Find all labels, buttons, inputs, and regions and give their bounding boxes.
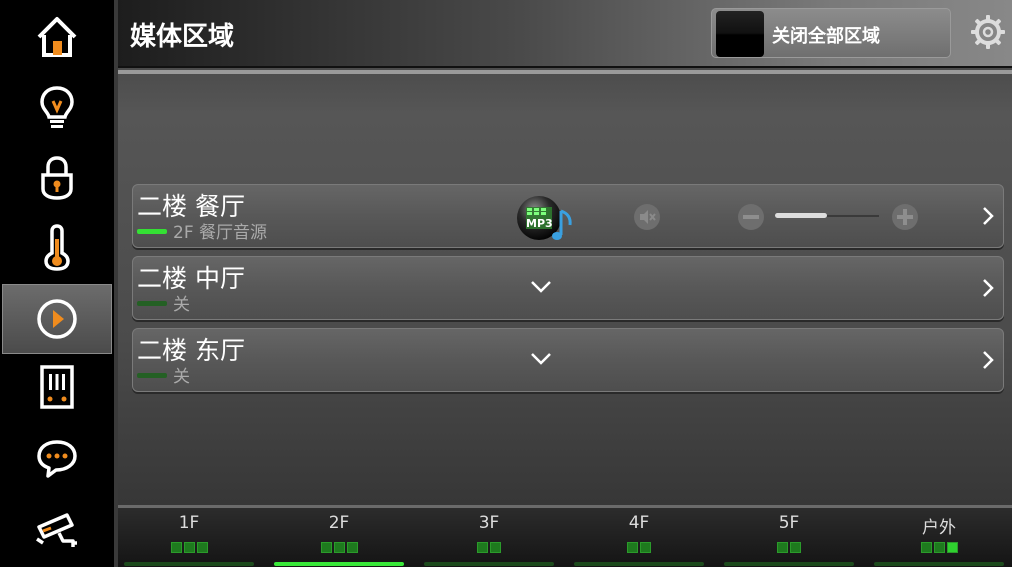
gear-icon[interactable] xyxy=(970,14,1006,50)
zone-row-dining[interactable]: 二楼 餐厅 2F 餐厅音源 MP3 xyxy=(132,184,1004,248)
floor-underline xyxy=(724,562,854,566)
mute-icon[interactable] xyxy=(633,203,661,231)
all-zones-off-button[interactable]: 关闭全部区域 xyxy=(711,8,951,58)
zone-indicator xyxy=(196,542,208,553)
floor-label: 5F xyxy=(778,513,800,533)
zone-indicator xyxy=(490,542,501,553)
zone-name: 二楼 中厅 xyxy=(137,264,245,293)
zone-indicator xyxy=(183,542,195,553)
header: 媒体区域 关闭全部区域 xyxy=(118,0,1012,68)
thermometer-icon xyxy=(44,224,70,271)
floor-tab-1f[interactable]: 1F xyxy=(122,508,256,567)
floor-underline xyxy=(574,562,704,566)
chevron-down-icon[interactable] xyxy=(529,279,553,295)
page-title: 媒体区域 xyxy=(130,22,235,52)
zone-indicator xyxy=(933,542,945,553)
chevron-down-icon[interactable] xyxy=(529,351,553,367)
zone-indicator-lit xyxy=(946,542,958,553)
chevron-right-icon[interactable] xyxy=(981,205,995,227)
volume-up-icon[interactable] xyxy=(891,203,919,231)
floor-tab-5f[interactable]: 5F xyxy=(722,508,856,567)
volume-slider[interactable] xyxy=(775,213,879,218)
zone-indicator xyxy=(640,542,651,553)
floor-tab-3f[interactable]: 3F xyxy=(422,508,556,567)
floor-tab-outdoor[interactable]: 户外 xyxy=(872,508,1006,567)
header-divider xyxy=(118,70,1012,74)
chevron-right-icon[interactable] xyxy=(981,349,995,371)
floor-tab-2f[interactable]: 2F xyxy=(272,508,406,567)
main-area: 媒体区域 关闭全部区域 二楼 餐厅 2F 餐厅音源 MP3 二楼 中厅 关 二楼… xyxy=(114,0,1012,567)
lock-icon xyxy=(41,156,73,200)
sidebar-item-home[interactable] xyxy=(2,2,112,72)
floor-label: 户外 xyxy=(922,518,956,538)
home-icon xyxy=(37,17,77,57)
zone-row-middle-hall[interactable]: 二楼 中厅 关 xyxy=(132,256,1004,320)
zone-indicator xyxy=(790,542,801,553)
floor-label: 3F xyxy=(478,513,500,533)
floor-underline xyxy=(124,562,254,566)
panel-icon xyxy=(40,365,74,409)
floor-zone-indicators xyxy=(122,542,256,553)
mp3-badge-text: MP3 xyxy=(526,217,553,230)
zone-status-bar xyxy=(137,373,167,378)
zone-status-bar xyxy=(137,301,167,306)
sidebar-item-media[interactable] xyxy=(2,284,112,354)
bulb-icon xyxy=(40,86,74,128)
zone-status-bar xyxy=(137,229,167,234)
sidebar-item-lighting[interactable] xyxy=(2,72,112,142)
sidebar-item-climate[interactable] xyxy=(2,212,112,282)
mp3-source-icon[interactable]: MP3 xyxy=(515,191,575,243)
zone-status-text: 关 xyxy=(173,367,190,387)
zone-status-text: 2F 餐厅音源 xyxy=(173,223,267,243)
play-icon xyxy=(37,299,77,339)
all-zones-off-label: 关闭全部区域 xyxy=(772,26,880,47)
sidebar-item-camera[interactable] xyxy=(2,494,112,564)
volume-slider-fill xyxy=(775,213,827,218)
sidebar xyxy=(0,0,114,567)
zone-indicator xyxy=(346,542,358,553)
sidebar-item-panel[interactable] xyxy=(2,352,112,422)
floor-zone-indicators xyxy=(272,542,406,553)
chevron-right-icon[interactable] xyxy=(981,277,995,299)
chat-icon xyxy=(37,440,77,478)
zone-indicator xyxy=(777,542,788,553)
floor-zone-indicators xyxy=(722,542,856,553)
floor-zone-indicators xyxy=(422,542,556,553)
zone-name: 二楼 东厅 xyxy=(137,336,245,365)
zone-indicator xyxy=(477,542,488,553)
zone-row-east-hall[interactable]: 二楼 东厅 关 xyxy=(132,328,1004,392)
zone-indicator xyxy=(627,542,638,553)
zone-indicator xyxy=(320,542,332,553)
floor-underline xyxy=(424,562,554,566)
zone-status-text: 关 xyxy=(173,295,190,315)
floor-label: 4F xyxy=(628,513,650,533)
floor-zone-indicators xyxy=(872,542,1006,553)
camera-icon xyxy=(36,513,77,547)
zone-indicator xyxy=(920,542,932,553)
volume-down-icon[interactable] xyxy=(737,203,765,231)
sidebar-item-messages[interactable] xyxy=(2,424,112,494)
zone-indicator xyxy=(170,542,182,553)
floor-label: 1F xyxy=(178,513,200,533)
floor-label: 2F xyxy=(328,513,350,533)
floor-underline-active xyxy=(274,562,404,566)
floor-zone-indicators xyxy=(572,542,706,553)
floor-tab-4f[interactable]: 4F xyxy=(572,508,706,567)
button-swatch xyxy=(716,11,764,57)
floor-selector: 1F 2F 3F 4F 5F 户外 xyxy=(118,505,1012,567)
floor-underline xyxy=(874,562,1004,566)
zone-indicator xyxy=(333,542,345,553)
sidebar-item-security[interactable] xyxy=(2,142,112,212)
